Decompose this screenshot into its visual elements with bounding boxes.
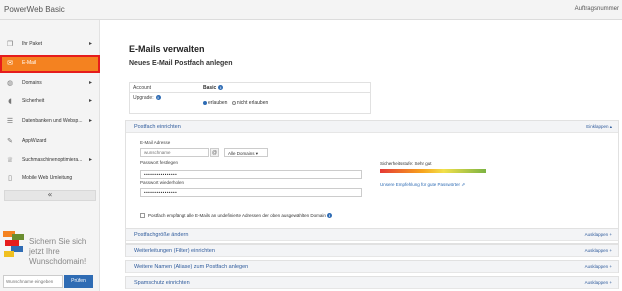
promo-text: Sichern Sie sich jetzt Ihre Wunschdomain… (29, 237, 87, 266)
upgrade-allow-radio[interactable] (203, 100, 207, 105)
chevron-up-icon: ▴ (609, 124, 612, 129)
account-row: Account Basic i (130, 83, 370, 93)
expand-toggle[interactable]: Ausklappen + (585, 264, 612, 269)
external-link-icon: ⇗ (461, 182, 466, 187)
upgrade-deny-radio[interactable] (231, 100, 236, 105)
collapse-sidebar-button[interactable]: « (4, 190, 96, 201)
panel-header[interactable]: Weiterleitungen (Filter) einrichten Ausk… (126, 245, 618, 257)
collapsed-panel[interactable]: Weiterleitungen (Filter) einrichten Ausk… (125, 244, 619, 257)
sidebar-item-label: Mobile Web Umleitung (22, 175, 73, 181)
info-icon[interactable]: i (218, 85, 224, 91)
sidebar-item-label: Sicherheit (22, 98, 45, 104)
account-table: Account Basic i Upgrade: i erlauben nicht … (129, 82, 371, 114)
password-repeat-label: Passwort wiederholen (140, 180, 185, 185)
email-label: E-Mail Adresse (140, 140, 171, 145)
main-content: E-Mails verwalten Neues E-Mail Postfach … (100, 20, 622, 291)
sidebar-item-label: Suchmaschinenoptimiera... (22, 157, 83, 163)
chevron-right-icon: ▸ (89, 156, 93, 163)
page-title: E-Mails verwalten (129, 44, 205, 54)
password-strength-bar (380, 169, 486, 173)
account-plan: Basic (203, 85, 217, 91)
catchall-checkbox[interactable] (140, 213, 145, 218)
caret-down-icon: ▾ (255, 151, 259, 156)
collapse-toggle[interactable]: Einklappen ▴ (586, 124, 612, 130)
catchall-label: Postfach empfängt alle E-Mails an undefi… (148, 213, 333, 218)
collapsed-panel[interactable]: Postfachgröße ändern Ausklappen + (125, 228, 619, 241)
password-input[interactable] (140, 170, 362, 179)
domain-select[interactable]: Alle Domains ▾ (224, 148, 268, 157)
sidebar-item-databases[interactable]: ☰ Datenbanken und Websp... ▸ (0, 113, 100, 131)
sidebar-item-label: Datenbanken und Websp... (22, 118, 83, 124)
sidebar-item-mobile-redirect[interactable]: ▯ Mobile Web Umleitung (0, 170, 100, 188)
expand-toggle[interactable]: Ausklappen + (585, 280, 612, 285)
panel-header[interactable]: Weitere Namen (Aliase) zum Postfach anle… (126, 261, 618, 273)
trophy-icon: ♕ (6, 156, 14, 164)
product-title: PowerWeb Basic (4, 5, 65, 14)
sidebar-item-domains[interactable]: ◍ Domains ▸ (0, 75, 100, 93)
account-label: Account (133, 85, 152, 91)
at-symbol: @ (210, 148, 219, 157)
plus-icon: + (609, 280, 612, 285)
sidebar-item-security[interactable]: ◖ Sicherheit ▸ (0, 93, 100, 111)
top-bar: PowerWeb Basic Auftragsnummer (0, 0, 622, 20)
expand-toggle[interactable]: Ausklappen + (585, 232, 612, 237)
panel-header[interactable]: Postfachgröße ändern Ausklappen + (126, 229, 618, 241)
sidebar-item-package[interactable]: ❐ Ihr Paket ▸ (0, 36, 100, 54)
shield-icon: ◖ (8, 97, 12, 105)
plus-icon: + (609, 232, 612, 237)
sidebar-item-appwizard[interactable]: ✎ AppWizard (0, 133, 100, 151)
password-recommendation-link[interactable]: Unsere Empfehlung für gute Passwörter ⇗ (380, 182, 465, 188)
wand-icon: ✎ (7, 137, 13, 145)
upgrade-label: Upgrade: i (133, 95, 161, 101)
panel-header[interactable]: Postfach einrichten Einklappen ▴ (126, 121, 618, 133)
panel-title: Weitere Namen (Aliase) zum Postfach anle… (134, 264, 249, 270)
sidebar-item-seo[interactable]: ♕ Suchmaschinenoptimiera... ▸ (0, 152, 100, 170)
upgrade-options: erlauben nicht erlauben (203, 100, 268, 106)
sidebar-item-label: E-Mail (22, 60, 37, 66)
panel-title: Postfachgröße ändern (134, 232, 189, 238)
expand-toggle[interactable]: Ausklappen + (585, 248, 612, 253)
database-icon: ☰ (6, 117, 14, 125)
password-strength-label: Sicherheitsstufe: Sehr gut (380, 161, 432, 166)
order-number-label: Auftragsnummer (574, 6, 619, 12)
password-repeat-input[interactable] (140, 188, 362, 197)
panel-title: Postfach einrichten (134, 124, 181, 130)
info-icon[interactable]: i (155, 95, 161, 101)
email-local-part-input[interactable] (140, 148, 209, 157)
account-value: Basic i (203, 85, 224, 91)
chevron-right-icon: ▸ (89, 117, 93, 124)
plus-icon: + (609, 248, 612, 253)
info-icon[interactable]: i (327, 213, 333, 218)
panel-header[interactable]: Spamschutz einrichten Ausklappen + (126, 277, 618, 289)
domain-search-input[interactable] (3, 275, 63, 288)
sidebar-item-label: AppWizard (22, 138, 47, 144)
package-icon: ❐ (6, 40, 14, 48)
globe-icon: ◍ (6, 79, 14, 87)
sidebar-item-email[interactable]: ✉ E-Mail (0, 55, 100, 73)
domain-promo-image (3, 231, 25, 261)
sidebar-item-label: Ihr Paket (22, 41, 43, 47)
panel-title: Weiterleitungen (Filter) einrichten (134, 248, 215, 254)
section-subtitle: Neues E-Mail Postfach anlegen (129, 60, 233, 67)
panel-title: Spamschutz einrichten (134, 280, 190, 286)
mobile-icon: ▯ (8, 174, 12, 182)
mail-icon: ✉ (7, 59, 13, 67)
collapsed-panel[interactable]: Spamschutz einrichten Ausklappen + (125, 276, 619, 289)
password-label: Passwort festlegen (140, 160, 179, 165)
plus-icon: + (609, 264, 612, 269)
postfach-panel: Postfach einrichten Einklappen ▴ E-Mail … (125, 120, 619, 244)
chevron-right-icon: ▸ (89, 40, 93, 47)
collapsed-panel[interactable]: Weitere Namen (Aliase) zum Postfach anle… (125, 260, 619, 273)
chevron-right-icon: ▸ (89, 79, 93, 86)
check-domain-button[interactable]: Prüfen (64, 275, 93, 288)
upgrade-row: Upgrade: i erlauben nicht erlauben (130, 93, 370, 114)
sidebar-item-label: Domains (22, 80, 42, 86)
chevron-right-icon: ▸ (89, 97, 93, 104)
